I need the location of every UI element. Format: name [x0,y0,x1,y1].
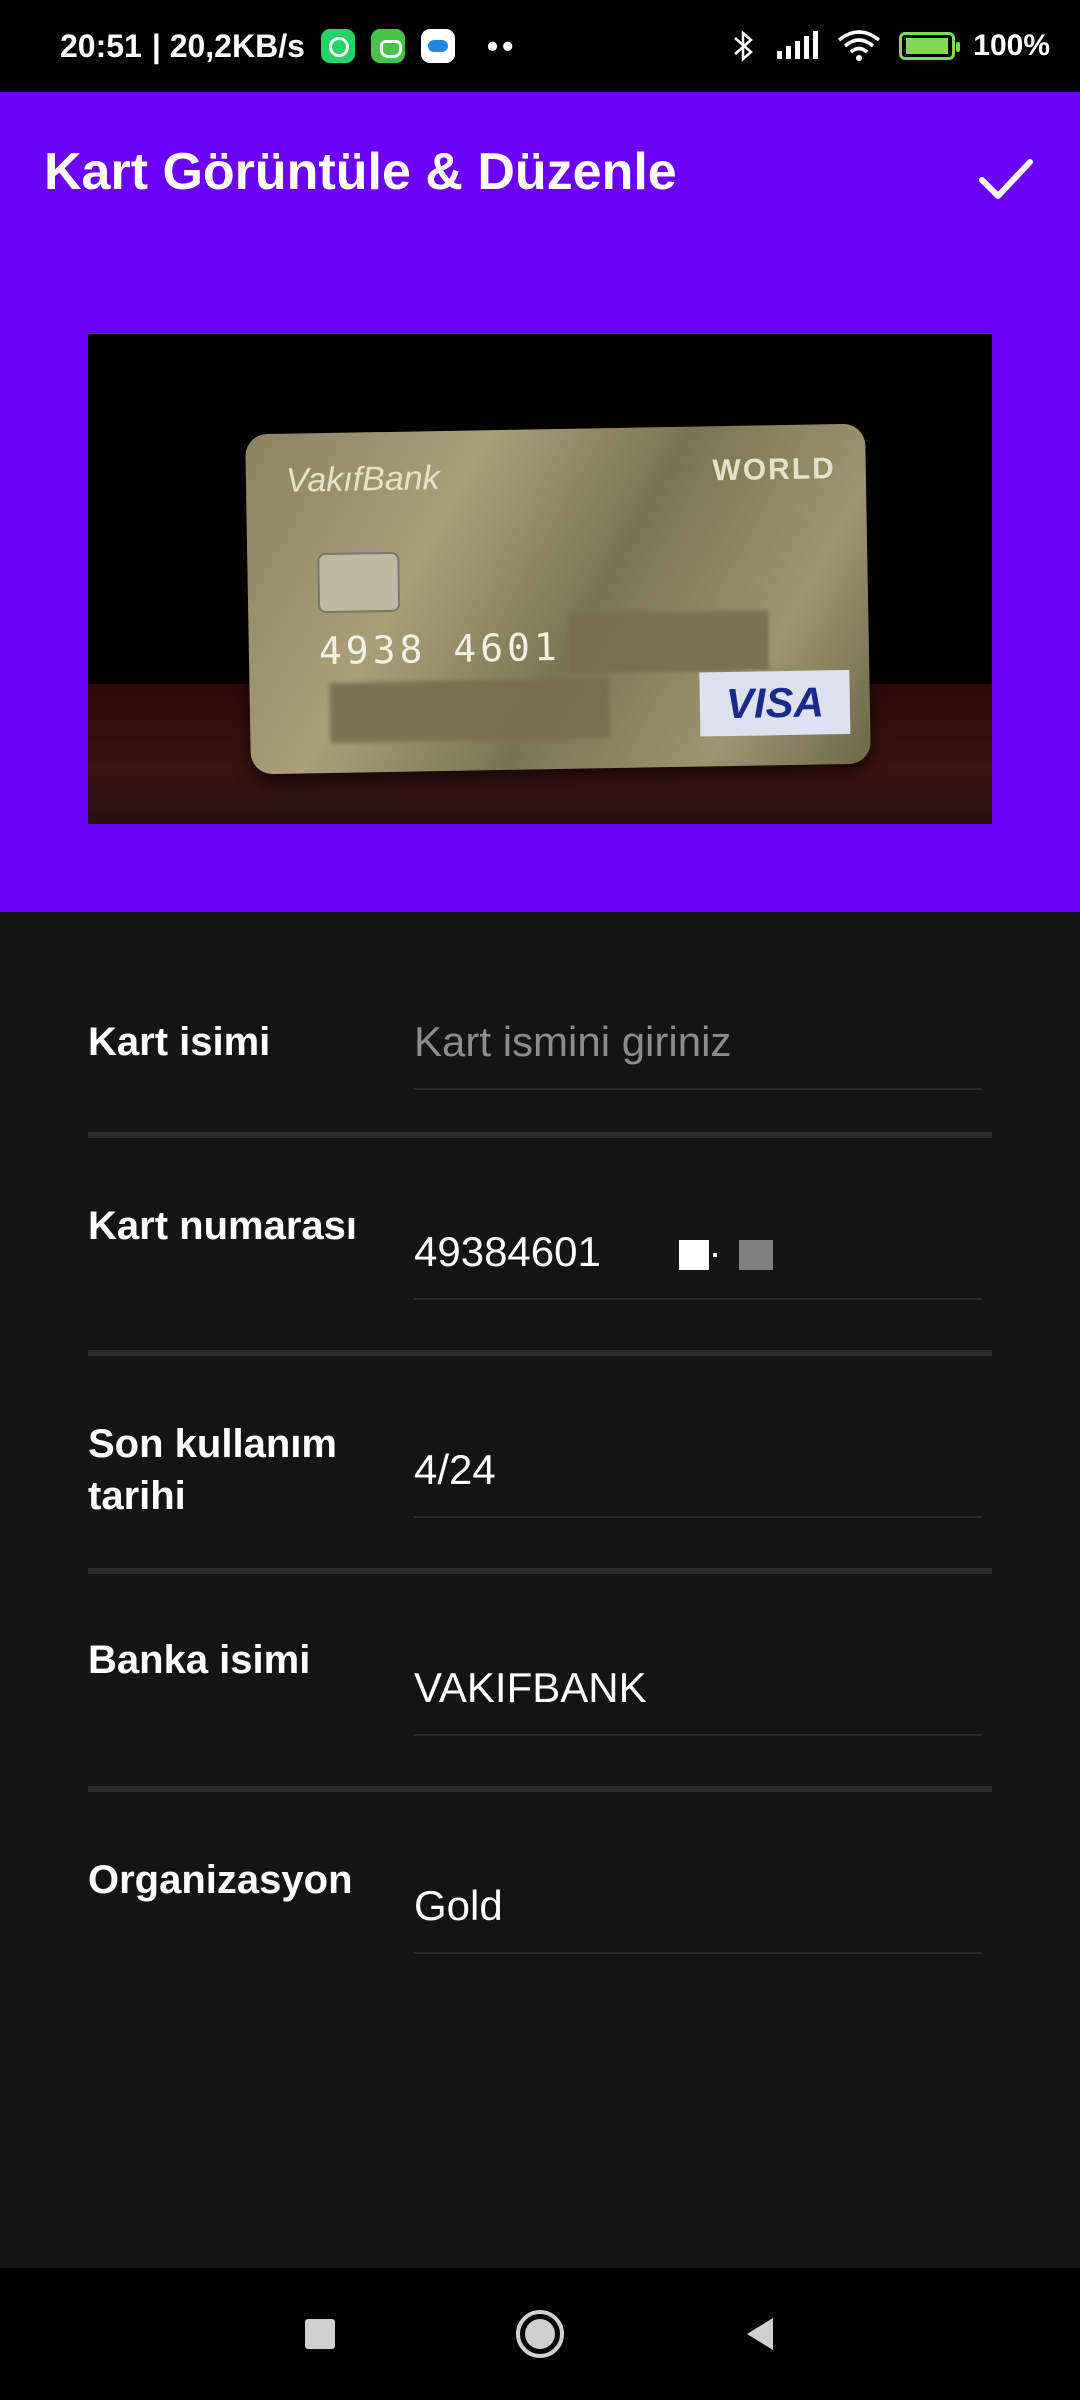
card-number-input[interactable]: 49384601 [414,1226,982,1300]
organization-label: Organizasyon [88,1858,353,1902]
bank-name-input[interactable]: VAKIFBANK [414,1662,982,1736]
battery-icon [899,32,961,60]
privacy-blur [568,610,770,674]
home-button[interactable] [505,2299,575,2369]
recents-button[interactable] [285,2299,355,2369]
status-bar: 20:51 | 20,2KB/s •• 100% [0,0,1080,92]
expiry-input[interactable]: 4/24 [414,1444,982,1518]
card-photo: VakıfBank WORLD 4938 4601 VISA [88,334,992,824]
back-button[interactable] [725,2299,795,2369]
credit-card-image: VakıfBank WORLD 4938 4601 VISA [245,423,871,775]
organization-input[interactable]: Gold [414,1880,982,1954]
card-name-row: Kart isimi Kart ismini giriniz [88,1002,992,1138]
card-name-input[interactable]: Kart ismini giriniz [414,1016,982,1090]
card-number-label: Kart numarası [88,1204,357,1248]
bluetooth-icon [734,30,754,62]
signal-icon [777,31,819,59]
check-icon [979,159,1033,199]
bank-name-row: Banka isimi VAKIFBANK [88,1568,992,1792]
whatsapp-icon [320,29,355,63]
confirm-button[interactable] [966,138,1046,218]
card-name-label: Kart isimi [88,1020,271,1064]
more-notifications-icon: •• [486,27,518,64]
mask-block [678,1239,709,1270]
status-network-speed: | 20,2KB/s [151,27,305,64]
battery-percent: 100% [973,29,1050,62]
back-triangle-icon [747,2318,773,2350]
visa-logo: VISA [699,669,851,737]
cloud-icon [420,29,455,63]
mask-dot [712,1252,717,1257]
card-number-row: Kart numarası 49384601 [88,1132,992,1356]
card-number-text: 4938 4601 [318,624,562,674]
expiry-row: Son kullanım tarihi 4/24 [88,1350,992,1574]
card-number-value: 49384601 [414,1228,601,1275]
page-title: Kart Görüntüle & Düzenle [44,143,677,201]
bank-name-label: Banka isimi [88,1638,311,1682]
status-right: 100% [731,29,1050,63]
status-time: 20:51 [60,27,142,64]
organization-row: Organizasyon Gold [88,1786,992,2004]
square-icon [305,2319,335,2349]
mask-block [738,1239,773,1270]
card-tier-text: WORLD [712,452,837,488]
system-nav-bar [0,2268,1080,2400]
header: Kart Görüntüle & Düzenle VakıfBank WORLD… [0,92,1080,912]
cat-app-icon [370,29,405,63]
wifi-icon [838,30,881,61]
card-chip [317,551,401,614]
card-bank-text: VakıfBank [285,459,440,500]
circle-icon [516,2310,564,2358]
expiry-label: Son kullanım tarihi [88,1422,337,1518]
card-form: Kart isimi Kart ismini giriniz Kart numa… [0,912,1080,2268]
privacy-blur [329,678,611,743]
status-left: 20:51 | 20,2KB/s •• [60,28,517,65]
